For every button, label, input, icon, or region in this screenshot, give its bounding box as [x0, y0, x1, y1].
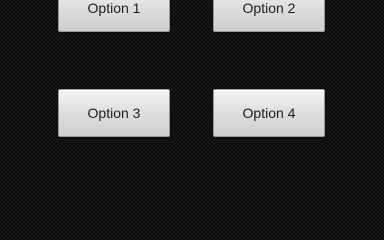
option-2-button[interactable]: Option 2 — [213, 0, 325, 32]
option-4-label: Option 4 — [242, 105, 296, 121]
option-4-button[interactable]: Option 4 — [213, 89, 325, 137]
option-3-button[interactable]: Option 3 — [58, 89, 170, 137]
option-1-button[interactable]: Option 1 — [58, 0, 170, 32]
options-grid: Option 1 Option 2 Option 3 Option 4 — [0, 0, 384, 216]
option-1-label: Option 1 — [87, 0, 141, 16]
option-3-label: Option 3 — [87, 105, 141, 121]
option-2-label: Option 2 — [242, 0, 296, 16]
